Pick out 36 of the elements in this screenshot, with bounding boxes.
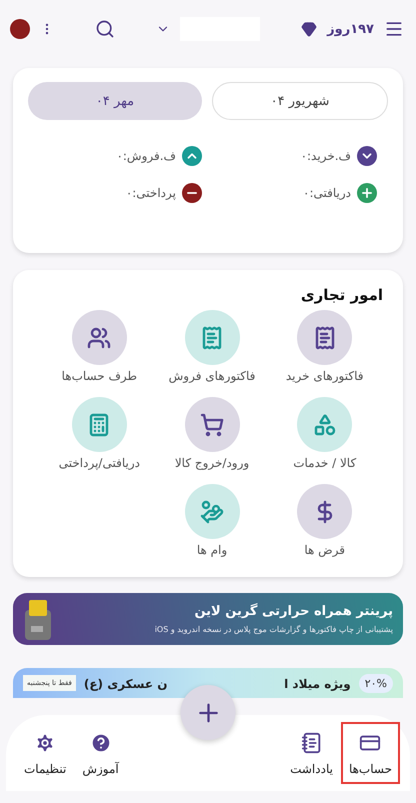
add-button[interactable]: [180, 685, 236, 740]
days-remaining: ۱۹۷روز: [327, 22, 374, 36]
stat-label: ف.فروش:۰: [116, 149, 176, 163]
shortcut-label[interactable]: طرف حساب‌ها: [62, 369, 138, 383]
shortcut-label[interactable]: وام ها: [196, 543, 228, 557]
shortcut-label[interactable]: دریافتی/پرداختی: [58, 456, 140, 470]
section-title: امور تجاری: [300, 285, 384, 306]
banner-subtitle: پشتیبانی از چاپ فاکتورها و گزارشات موج پلاس در نسخه اندروید و iOS: [154, 625, 393, 634]
month-tab[interactable]: شهریور ۰۴: [212, 82, 388, 120]
minus-circle-icon: [182, 183, 202, 203]
plus-circle-icon: [357, 183, 377, 203]
avatar[interactable]: [10, 19, 30, 39]
promo-title: ویژه میلاد ا: [284, 676, 351, 691]
shortcut-label[interactable]: ورود/خروج کالا: [174, 456, 250, 470]
notepad-icon[interactable]: [300, 732, 323, 754]
help-icon[interactable]: [90, 732, 112, 754]
nav-tab[interactable]: تنظیمات: [16, 722, 74, 784]
month-tab[interactable]: مهر ۰۴: [28, 82, 202, 120]
nav-tab[interactable]: حساب‌ها: [340, 722, 400, 784]
stat-label: پرداختی:۰: [126, 186, 176, 200]
down-circle-icon: [357, 146, 377, 166]
nav-tab[interactable]: یادداشت: [282, 722, 341, 784]
search-icon[interactable]: [95, 19, 116, 39]
promo-title: ن عسکری (ع): [84, 676, 168, 691]
printer-banner[interactable]: پرینتر همراه حرارتی گرین لاین پشتیبانی از چاپ فاکتورها و گزارشات موج پلاس در نسخه اندروید و iOS: [13, 593, 403, 645]
diamond-icon[interactable]: [301, 21, 318, 37]
stat-label: ف.خرید:۰: [300, 149, 351, 163]
discount-badge: ۲۰%: [358, 674, 393, 692]
shortcut-label[interactable]: فاکتورهای فروش: [168, 369, 256, 383]
shortcut-label[interactable]: فاکتورهای خرید: [286, 369, 364, 383]
shortcut-label[interactable]: کالا / خدمات: [293, 456, 356, 470]
banner-title: پرینتر همراه حرارتی گرین لاین: [193, 604, 393, 619]
up-circle-icon: [182, 146, 202, 166]
nav-tab[interactable]: آموزش: [74, 722, 127, 784]
stat-label: دریافتی:۰: [303, 186, 351, 200]
shortcut-label[interactable]: قرض ها: [304, 543, 346, 557]
